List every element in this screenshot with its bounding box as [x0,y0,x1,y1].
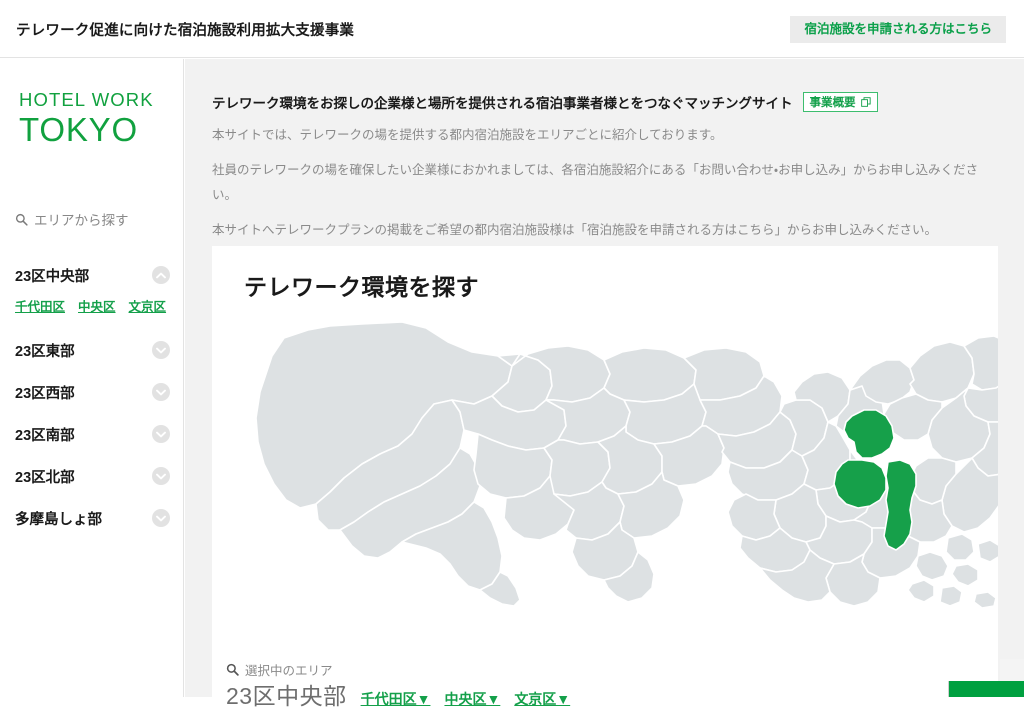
search-icon [15,213,28,226]
search-icon [226,663,239,676]
area-group-row-2[interactable]: 23区西部 [0,371,184,413]
area-group-3: 23区南部 [0,413,184,455]
chevron-down-icon[interactable] [152,425,170,443]
sidebar-search-label: エリアから探す [34,213,129,228]
area-group-row-3[interactable]: 23区南部 [0,413,184,455]
area-group-label: 23区西部 [15,385,75,402]
area-group-1: 23区東部 [0,329,184,371]
logo-text-tokyo: TOKYO [19,110,138,148]
intro-paragraph-2: 社員のテレワークの場を確保したい企業様におかれましては、各宿泊施設紹介にある「お… [212,163,979,202]
apply-accommodation-button[interactable]: 宿泊施設を申請される方はこちら [790,16,1006,43]
site-logo[interactable]: HOTEL WORK TOKYO [19,89,154,148]
selected-area-section: 選択中のエリア 23区中央部 千代田区▼ 中央区▼ 文京区▼ [226,660,570,708]
chevron-up-icon[interactable] [152,266,170,284]
area-group-label: 23区東部 [15,343,75,360]
intro-paragraph-3: 本サイトへテレワークプランの掲載をご希望の都内宿泊施設様は「宿泊施設を申請される… [212,223,938,238]
chevron-down-icon[interactable] [152,467,170,485]
area-group-row-5[interactable]: 多摩島しょ部 [0,497,184,539]
area-group-label: 多摩島しょ部 [15,511,102,528]
area-group-label: 23区南部 [15,427,75,444]
map-search-card: テレワーク環境を探す 選択中のエリア 23区中央部 千代田区▼ 中央区▼ 文京区… [212,246,998,716]
intro-paragraph-1: 本サイトでは、テレワークの場を提供する都内宿泊施設をエリアごとに紹介しております… [212,128,723,142]
chevron-down-icon[interactable] [152,509,170,527]
page-corner-background [1000,659,1024,681]
chevron-down-icon[interactable] [152,341,170,359]
intro-title: テレワーク環境をお探しの企業様と場所を提供される宿泊事業者様とをつなぐマッチング… [212,96,793,111]
sidebar-search-heading: エリアから探す [15,209,129,229]
area-group-0: 23区中央部 千代田区 中央区 文京区 [0,254,184,329]
logo-text-hotel-work: HOTEL WORK [19,89,154,110]
highlighted-area-chiyoda [833,459,887,509]
area-group-row-4[interactable]: 23区北部 [0,455,184,497]
site-title: テレワーク促進に向けた宿泊施設利用拡大支援事業 [16,23,355,39]
ward-link[interactable]: 文京区 [129,296,167,315]
area-group-2: 23区西部 [0,371,184,413]
card-title: テレワーク環境を探す [244,274,479,300]
ward-link[interactable]: 中央区 [78,296,116,315]
project-overview-button[interactable]: 事業概要 [802,92,878,112]
intro-section: テレワーク環境をお探しの企業様と場所を提供される宿泊事業者様とをつなぐマッチング… [212,92,1002,243]
area-group-row-0[interactable]: 23区中央部 [0,254,184,296]
area-group-row-1[interactable]: 23区東部 [0,329,184,371]
tokyo-area-map[interactable] [212,308,998,608]
selected-ward-link[interactable]: 千代田区▼ [361,691,431,709]
page-header: テレワーク促進に向けた宿泊施設利用拡大支援事業 宿泊施設を申請される方はこちら [0,0,1024,58]
external-link-icon [860,97,871,107]
floating-bottom-bar[interactable] [948,681,1024,697]
selected-ward-link[interactable]: 中央区▼ [444,691,500,709]
main-content: テレワーク環境をお探しの企業様と場所を提供される宿泊事業者様とをつなぐマッチング… [185,59,1024,716]
area-nav-list: 23区中央部 千代田区 中央区 文京区 23区東部 23区西部 23区南部 23区北部 多摩島し… [0,254,184,539]
area-group-label: 23区中央部 [15,268,90,285]
ward-link[interactable]: 千代田区 [15,296,65,315]
selected-ward-link[interactable]: 文京区▼ [514,691,570,709]
area-group-4: 23区北部 [0,455,184,497]
sidebar: HOTEL WORK TOKYO エリアから探す 23区中央部 千代田区 中央区 文京… [0,59,184,697]
selected-ward-links: 千代田区▼ 中央区▼ 文京区▼ [361,691,571,709]
chevron-down-icon[interactable] [152,383,170,401]
ward-link-list: 千代田区 中央区 文京区 [0,296,184,329]
selected-area-heading: 選択中のエリア [226,660,570,679]
selected-area-label: 選択中のエリア [245,664,333,678]
project-overview-label: 事業概要 [809,97,856,109]
area-group-5: 多摩島しょ部 [0,497,184,539]
area-group-label: 23区北部 [15,469,75,486]
intro-heading-row: テレワーク環境をお探しの企業様と場所を提供される宿泊事業者様とをつなぐマッチング… [212,92,1002,112]
